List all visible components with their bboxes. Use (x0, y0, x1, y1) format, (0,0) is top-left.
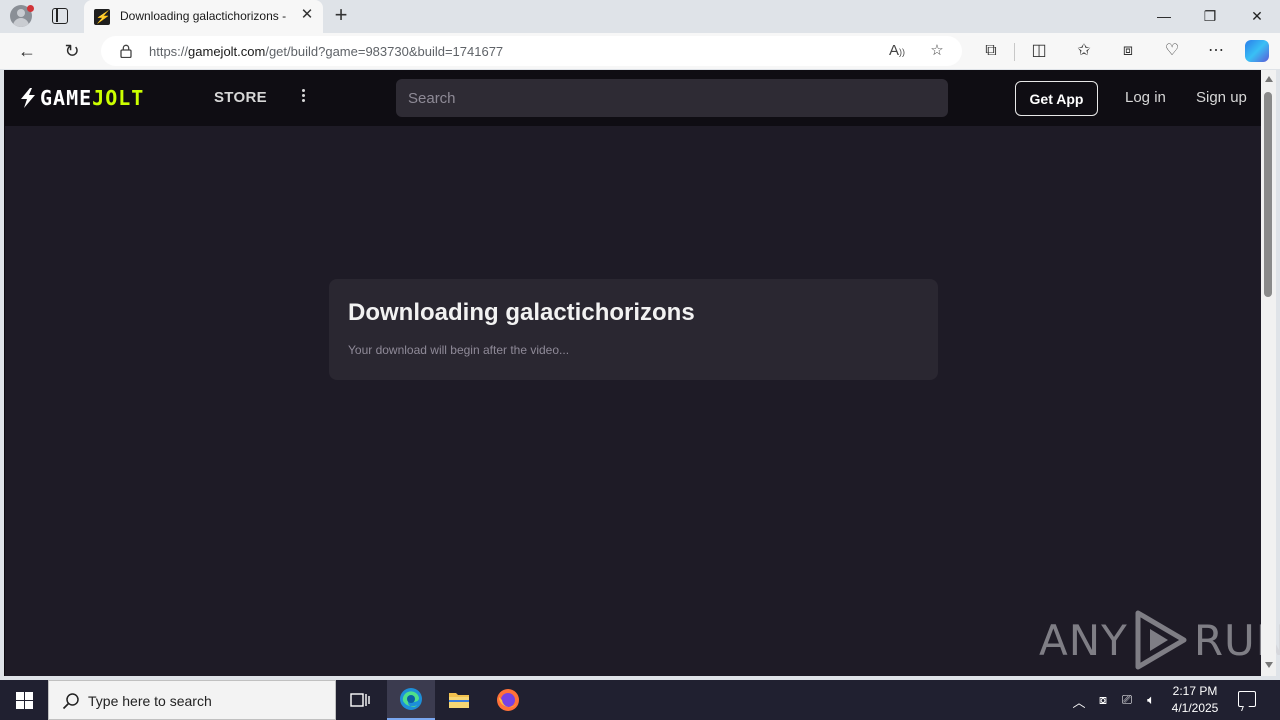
browser-tab-strip: ⚡ Downloading galactichorizons - Game Jo… (0, 0, 1280, 33)
favorites-icon[interactable]: ✩ (1073, 40, 1095, 62)
task-view-button[interactable] (336, 680, 384, 720)
taskbar-search-box[interactable]: Type here to search (48, 680, 336, 720)
windows-logo-icon (16, 692, 33, 709)
read-aloud-icon[interactable]: A)) (887, 41, 907, 61)
copilot-icon[interactable] (1245, 40, 1269, 62)
gamejolt-favicon-icon: ⚡ (94, 9, 110, 25)
store-link[interactable]: STORE (214, 89, 267, 106)
gamejolt-header: GAMEJOLT STORE Get App Log in Sign up (5, 70, 1262, 126)
extensions-icon[interactable]: ⧉ (980, 40, 1002, 62)
login-link[interactable]: Log in (1125, 89, 1166, 106)
window-close-icon[interactable]: ✕ (1245, 5, 1269, 27)
url-text[interactable]: https://gamejolt.com/get/build?game=9837… (149, 44, 503, 59)
play-logo-icon (1135, 610, 1187, 670)
download-subtitle: Your download will begin after the video… (348, 343, 570, 357)
lock-icon[interactable] (120, 44, 132, 58)
firefox-icon (497, 689, 519, 711)
url-scheme: https:// (149, 44, 189, 59)
windows-taskbar: Type here to search ︿ ⧇ ⎚ 🔈︎ 2:17 PM 4/1… (0, 680, 1280, 720)
split-screen-icon[interactable]: ◫ (1028, 40, 1050, 62)
folder-icon (449, 693, 469, 708)
signup-link[interactable]: Sign up (1196, 89, 1247, 106)
restore-icon[interactable]: ❐ (1198, 5, 1222, 27)
url-host: gamejolt.com (188, 44, 266, 59)
bolt-icon (21, 88, 35, 108)
taskbar-search-placeholder: Type here to search (88, 693, 212, 709)
search-input[interactable] (396, 79, 948, 117)
scroll-thumb[interactable] (1264, 92, 1272, 297)
taskbar-firefox-app[interactable] (484, 680, 532, 720)
device-tray-icon[interactable]: ⧇ (1094, 692, 1112, 708)
back-arrow-icon[interactable]: ← (16, 40, 38, 62)
address-bar[interactable]: https://gamejolt.com/get/build?game=9837… (101, 36, 962, 66)
search-icon (62, 693, 79, 710)
notification-center-icon[interactable] (1238, 691, 1256, 707)
tab-actions-icon[interactable] (52, 8, 68, 24)
toolbar-divider (1014, 43, 1015, 61)
get-app-button[interactable]: Get App (1015, 81, 1098, 116)
watermark-left-text: ANY (1039, 615, 1128, 665)
download-title: Downloading galactichorizons (348, 299, 695, 326)
logo-game-word: GAME (40, 86, 93, 110)
collections-icon[interactable]: ⧈ (1117, 40, 1139, 62)
more-vertical-icon[interactable] (299, 87, 307, 107)
task-view-icon (350, 693, 370, 707)
more-menu-icon[interactable]: ⋯ (1205, 40, 1227, 62)
download-card: Downloading galactichorizons Your downlo… (329, 279, 938, 380)
refresh-icon[interactable]: ↻ (61, 40, 83, 62)
page-scrollbar[interactable] (1261, 70, 1276, 676)
taskbar-clock[interactable]: 2:17 PM 4/1/2025 (1160, 683, 1230, 717)
favorite-star-icon[interactable]: ☆ (927, 41, 947, 61)
edge-icon (400, 688, 422, 710)
scroll-up-arrow-icon[interactable] (1265, 76, 1273, 82)
scroll-down-arrow-icon[interactable] (1265, 662, 1273, 668)
page-viewport: GAMEJOLT STORE Get App Log in Sign up Do… (4, 70, 1280, 676)
profile-notification-dot (27, 5, 34, 12)
browser-tab-active[interactable]: ⚡ Downloading galactichorizons - Game Jo… (84, 0, 323, 33)
gamejolt-logo[interactable]: GAMEJOLT (19, 88, 144, 108)
show-hidden-icons-chevron-icon[interactable]: ︿ (1070, 692, 1088, 711)
logo-jolt-word: JOLT (92, 86, 145, 110)
clock-time: 2:17 PM (1172, 684, 1218, 698)
taskbar-edge-app[interactable] (387, 680, 435, 720)
tab-close-icon[interactable]: ✕ (299, 7, 315, 23)
new-tab-button[interactable]: + (331, 4, 351, 27)
anyrun-watermark: ANY RUN (1039, 608, 1280, 672)
tab-title: Downloading galactichorizons - Game Jolt (120, 9, 288, 23)
gamejolt-logo-text: GAMEJOLT (40, 88, 144, 108)
network-icon[interactable]: ⎚ (1118, 692, 1136, 708)
browser-toolbar: ← ↻ https://gamejolt.com/get/build?game=… (0, 33, 1280, 69)
minimize-icon[interactable]: ― (1152, 5, 1176, 27)
taskbar-file-explorer-app[interactable] (435, 680, 483, 720)
browser-essentials-icon[interactable]: ♡ (1161, 40, 1183, 62)
volume-icon[interactable]: 🔈︎ (1142, 692, 1160, 708)
clock-date: 4/1/2025 (1171, 701, 1219, 715)
url-path: /get/build?game=983730&build=1741677 (265, 44, 504, 59)
start-button[interactable] (0, 680, 48, 720)
